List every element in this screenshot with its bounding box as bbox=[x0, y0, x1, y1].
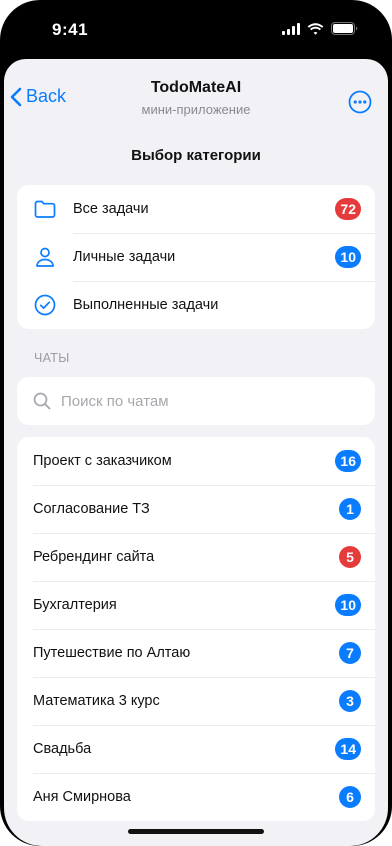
mini-app-sheet: Back TodoMateAI мини-приложение Выбор ка… bbox=[4, 59, 388, 846]
unread-badge: 3 bbox=[339, 690, 361, 712]
chat-item[interactable]: Путешествие по Алтаю 7 bbox=[17, 629, 375, 677]
status-icons bbox=[282, 22, 358, 40]
category-list: Все задачи 72 Личные задачи 10 Выполненн… bbox=[17, 185, 375, 329]
chat-name: Аня Смирнова bbox=[33, 789, 131, 805]
search-input[interactable] bbox=[61, 377, 351, 425]
unread-badge: 5 bbox=[339, 546, 361, 568]
unread-badge: 14 bbox=[335, 738, 361, 760]
chat-name: Согласование ТЗ bbox=[33, 501, 150, 517]
count-badge: 72 bbox=[335, 198, 361, 220]
chat-item[interactable]: Бухгалтерия 10 bbox=[17, 581, 375, 629]
chat-item[interactable]: Свадьба 14 bbox=[17, 725, 375, 773]
unread-badge: 16 bbox=[335, 450, 361, 472]
chat-item[interactable]: Ребрендинг сайта 5 bbox=[17, 533, 375, 581]
checkmark-circle-icon bbox=[33, 293, 57, 317]
chat-search-bar[interactable] bbox=[17, 377, 375, 425]
page-title: Выбор категории bbox=[131, 147, 261, 164]
cellular-signal-icon bbox=[282, 22, 300, 40]
unread-badge: 1 bbox=[339, 498, 361, 520]
navigation-bar: Back TodoMateAI мини-приложение bbox=[4, 59, 388, 139]
chat-item[interactable]: Согласование ТЗ 1 bbox=[17, 485, 375, 533]
app-title: TodoMateAI bbox=[150, 79, 242, 96]
category-completed-tasks[interactable]: Выполненные задачи bbox=[17, 281, 375, 329]
category-personal-tasks[interactable]: Личные задачи 10 bbox=[17, 233, 375, 281]
category-label: Все задачи bbox=[73, 201, 149, 217]
chat-name: Свадьба bbox=[33, 741, 92, 757]
category-label: Личные задачи bbox=[73, 249, 176, 265]
wifi-icon bbox=[307, 22, 324, 40]
status-bar: 9:41 bbox=[0, 0, 392, 60]
more-options-button[interactable] bbox=[348, 90, 372, 114]
chat-name: Путешествие по Алтаю bbox=[33, 645, 191, 661]
battery-icon bbox=[331, 22, 358, 40]
category-label: Выполненные задачи bbox=[73, 297, 219, 313]
folder-icon bbox=[33, 197, 57, 221]
chats-section-header: ЧАТЫ bbox=[34, 351, 70, 365]
app-subtitle: мини-приложение bbox=[141, 102, 251, 117]
chat-item[interactable]: Математика 3 курс 3 bbox=[17, 677, 375, 725]
chat-item[interactable]: Проект с заказчиком 16 bbox=[17, 437, 375, 485]
status-time: 9:41 bbox=[52, 20, 89, 39]
chat-name: Ребрендинг сайта bbox=[33, 549, 155, 565]
ellipsis-circle-icon bbox=[348, 90, 372, 114]
unread-badge: 10 bbox=[335, 594, 361, 616]
count-badge: 10 bbox=[335, 246, 361, 268]
chat-name: Проект с заказчиком bbox=[33, 453, 172, 469]
search-icon bbox=[33, 392, 51, 410]
chat-list: Проект с заказчиком 16 Согласование ТЗ 1… bbox=[17, 437, 375, 821]
unread-badge: 6 bbox=[339, 786, 361, 808]
category-all-tasks[interactable]: Все задачи 72 bbox=[17, 185, 375, 233]
phone-frame: 9:41 Back TodoMateAI мини-приложение Выб… bbox=[0, 0, 392, 846]
home-indicator[interactable] bbox=[128, 829, 264, 834]
unread-badge: 7 bbox=[339, 642, 361, 664]
chat-name: Математика 3 курс bbox=[33, 693, 160, 709]
chat-item[interactable]: Аня Смирнова 6 bbox=[17, 773, 375, 821]
chat-name: Бухгалтерия bbox=[33, 597, 117, 613]
person-icon bbox=[33, 245, 57, 269]
